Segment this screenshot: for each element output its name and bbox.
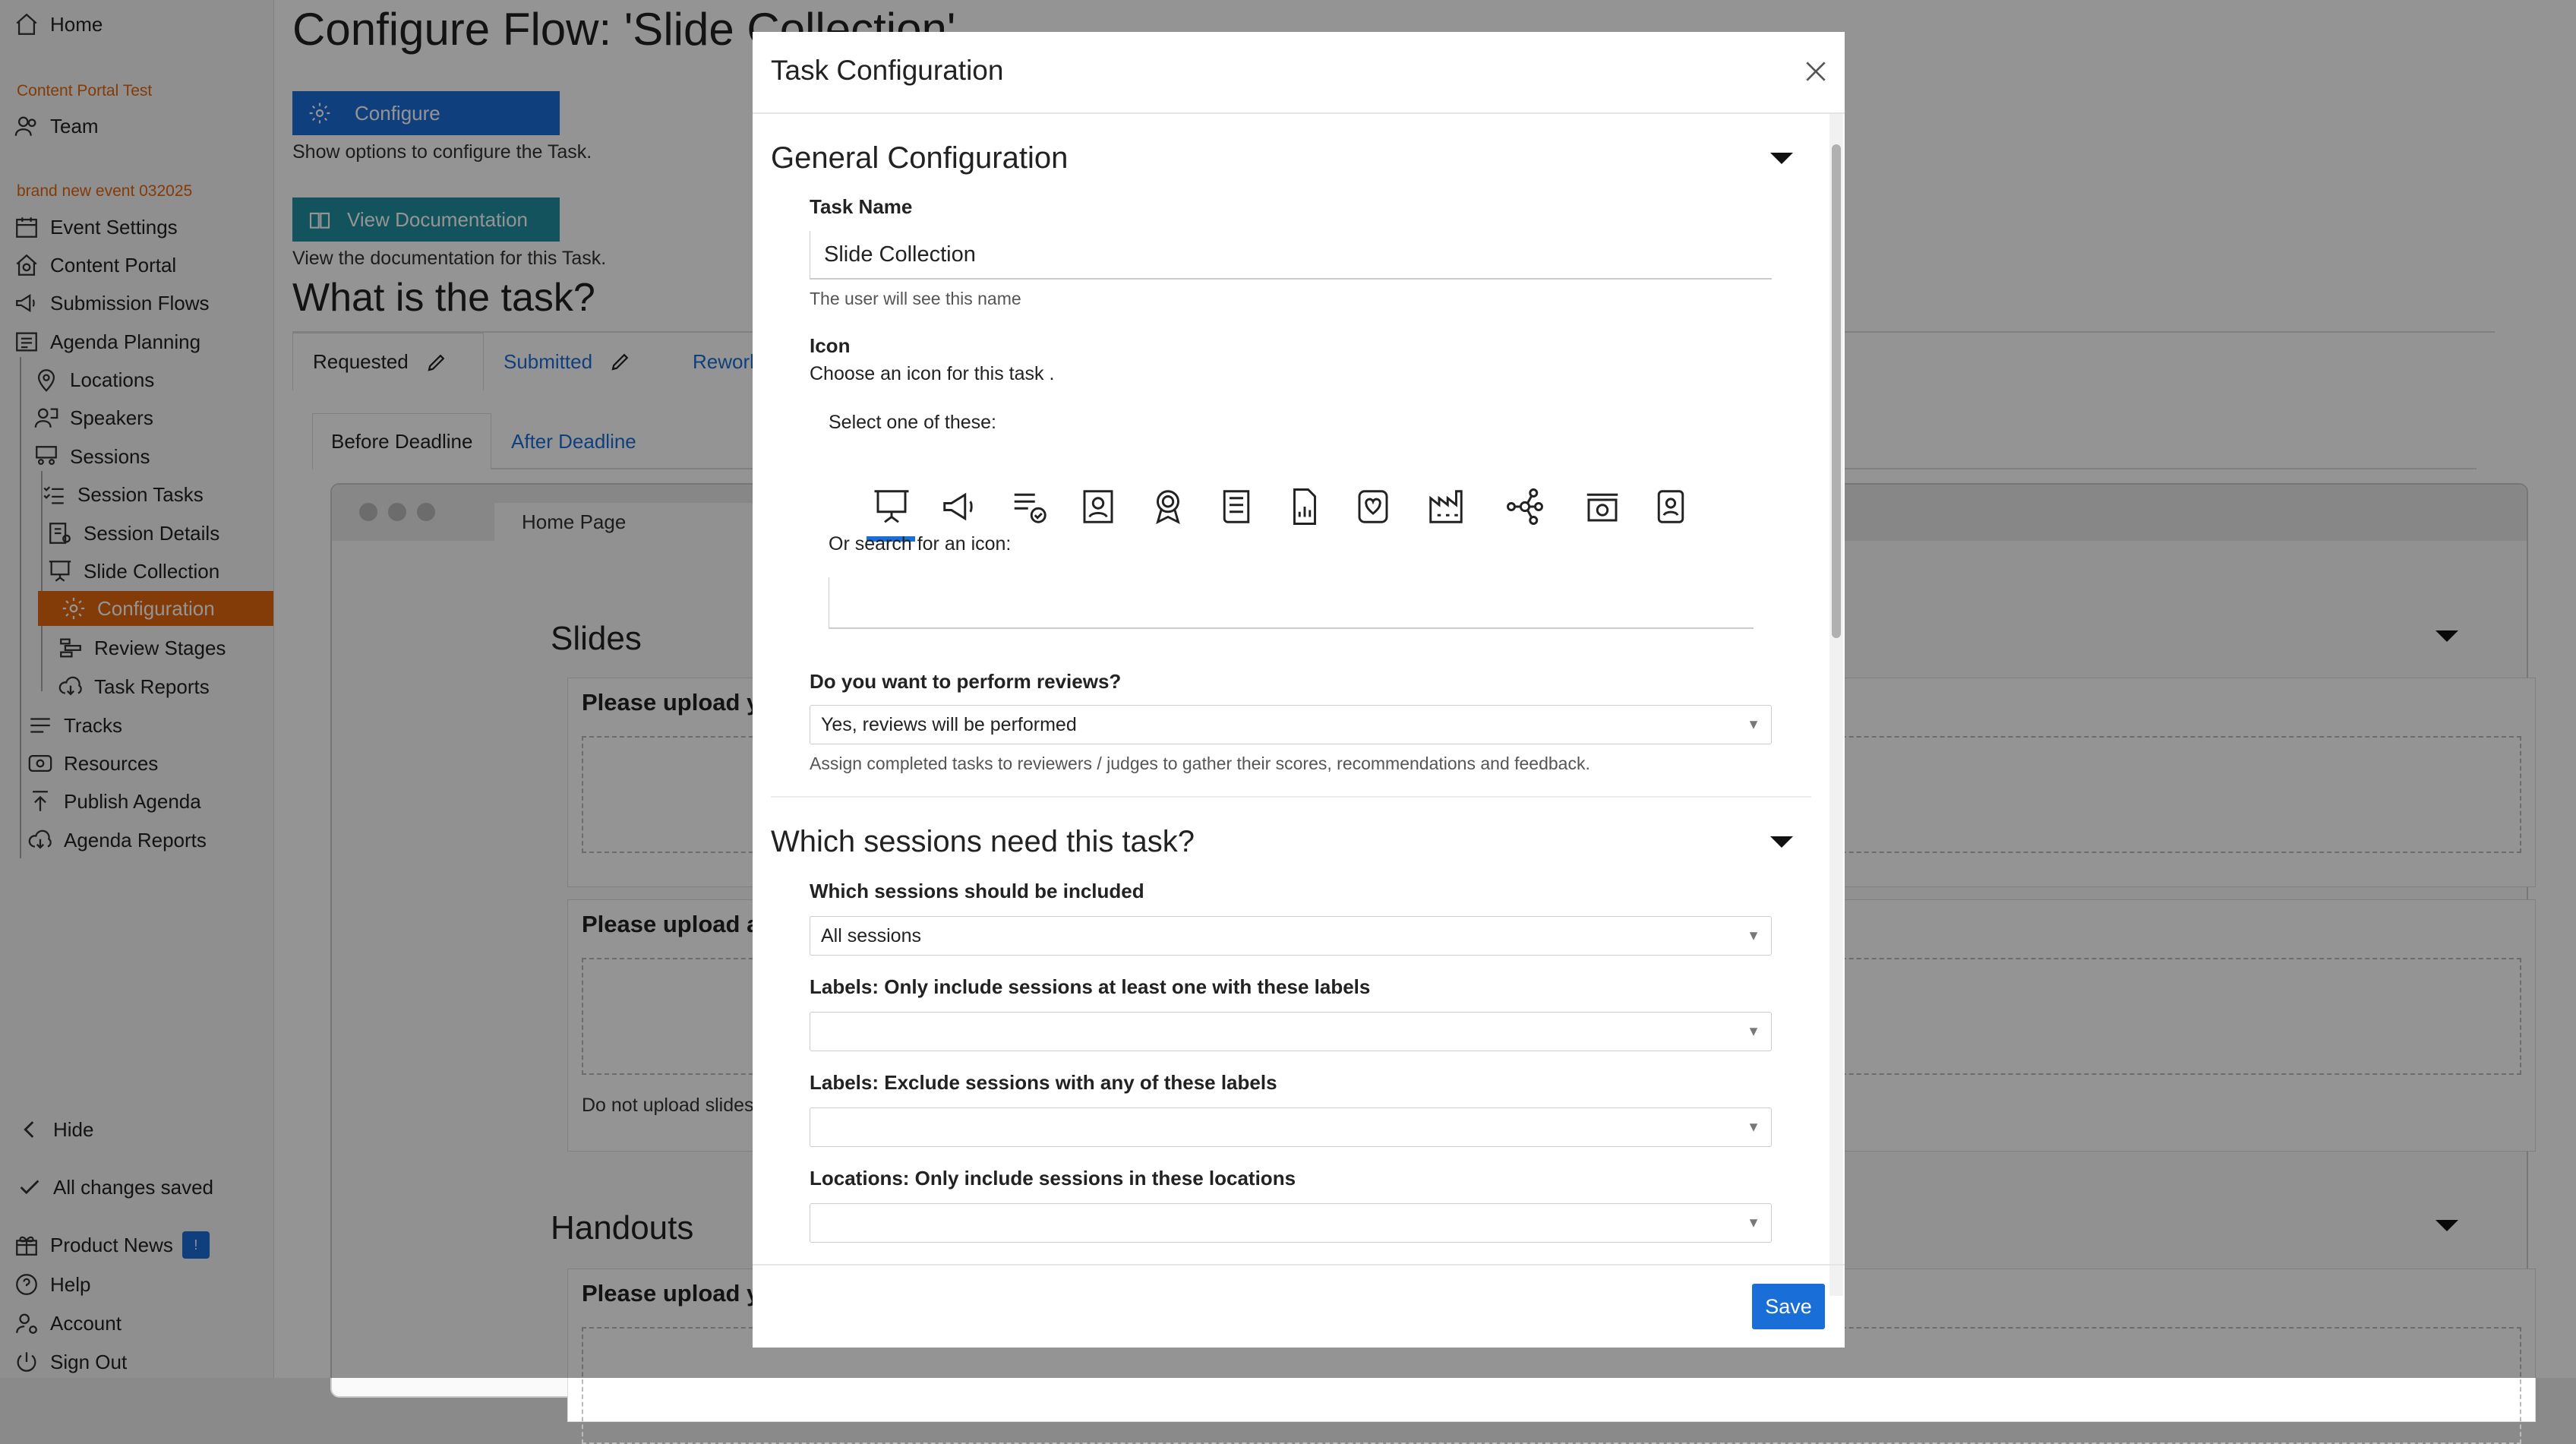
include-sessions-value: All sessions xyxy=(821,924,921,946)
labels-exclude-select[interactable]: ▼ xyxy=(810,1107,1772,1147)
select-arrow-icon: ▼ xyxy=(1747,716,1760,732)
icon-option-badge-heart[interactable] xyxy=(1346,480,1400,533)
labels-include-select[interactable]: ▼ xyxy=(810,1012,1772,1051)
factory-icon xyxy=(1429,490,1463,523)
icon-label: Icon xyxy=(810,334,851,357)
icon-option-award[interactable] xyxy=(1141,480,1195,533)
icon-search-label: Or search for an icon: xyxy=(829,533,1012,555)
general-configuration-heading: General Configuration xyxy=(771,141,1069,175)
icon-option-photo-box[interactable] xyxy=(1576,480,1629,533)
photo-box-icon xyxy=(1586,493,1618,522)
icon-option-report-document[interactable] xyxy=(1278,480,1331,533)
select-arrow-icon: ▼ xyxy=(1747,1023,1760,1039)
report-document-icon xyxy=(1293,488,1316,525)
collapse-caret-icon[interactable] xyxy=(1770,153,1793,164)
icon-option-presentation[interactable] xyxy=(865,480,918,533)
task-name-help: The user will see this name xyxy=(810,289,1021,308)
task-configuration-modal: Task Configuration General Configuration… xyxy=(753,32,1845,1348)
id-badge-icon xyxy=(1657,490,1684,523)
modal-scrollbar[interactable] xyxy=(1829,114,1843,1296)
award-icon xyxy=(1156,490,1180,525)
reviews-help: Assign completed tasks to reviewers / ju… xyxy=(810,754,1590,773)
section-divider xyxy=(771,796,1811,798)
presentation-icon xyxy=(874,490,909,523)
icon-option-network[interactable] xyxy=(1498,480,1552,533)
task-name-input[interactable] xyxy=(810,231,1772,280)
close-icon xyxy=(1806,62,1826,81)
modal-header-divider xyxy=(753,112,1845,114)
select-arrow-icon: ▼ xyxy=(1747,927,1760,943)
megaphone-icon xyxy=(943,492,973,521)
select-arrow-icon: ▼ xyxy=(1747,1215,1760,1231)
book-icon xyxy=(1223,490,1250,523)
scrollbar-thumb[interactable] xyxy=(1832,144,1841,638)
sessions-heading: Which sessions need this task? xyxy=(771,825,1195,858)
icon-option-checklist[interactable] xyxy=(1003,480,1056,533)
icon-option-book[interactable] xyxy=(1210,480,1263,533)
icon-option-id-badge[interactable] xyxy=(1644,480,1697,533)
reviews-select-value: Yes, reviews will be performed xyxy=(821,713,1077,735)
reviews-label: Do you want to perform reviews? xyxy=(810,670,1122,693)
badge-heart-icon xyxy=(1358,490,1388,523)
locations-select[interactable]: ▼ xyxy=(810,1203,1772,1243)
select-arrow-icon: ▼ xyxy=(1747,1119,1760,1135)
checklist-icon xyxy=(1014,493,1046,523)
include-sessions-select[interactable]: All sessions ▼ xyxy=(810,916,1772,956)
task-name-label: Task Name xyxy=(810,195,913,218)
modal-title: Task Configuration xyxy=(771,55,1004,86)
save-button[interactable]: Save xyxy=(1752,1284,1825,1329)
icon-option-megaphone[interactable] xyxy=(933,480,987,533)
icon-option-contact-card[interactable] xyxy=(1072,480,1125,533)
network-icon xyxy=(1507,488,1543,525)
collapse-caret-icon[interactable] xyxy=(1770,836,1793,848)
modal-footer-divider xyxy=(753,1264,1845,1265)
icon-option-factory[interactable] xyxy=(1419,480,1473,533)
locations-label: Locations: Only include sessions in thes… xyxy=(810,1167,1296,1190)
labels-include-label: Labels: Only include sessions at least o… xyxy=(810,975,1371,998)
reviews-select[interactable]: Yes, reviews will be performed ▼ xyxy=(810,705,1772,744)
close-button[interactable] xyxy=(1801,56,1831,87)
include-sessions-label: Which sessions should be included xyxy=(810,880,1144,902)
icon-description: Choose an icon for this task . xyxy=(810,363,1055,384)
select-one-label: Select one of these: xyxy=(829,412,996,433)
contact-card-icon xyxy=(1083,490,1113,523)
icon-search-input[interactable] xyxy=(829,577,1754,629)
labels-exclude-label: Labels: Exclude sessions with any of the… xyxy=(810,1071,1277,1094)
